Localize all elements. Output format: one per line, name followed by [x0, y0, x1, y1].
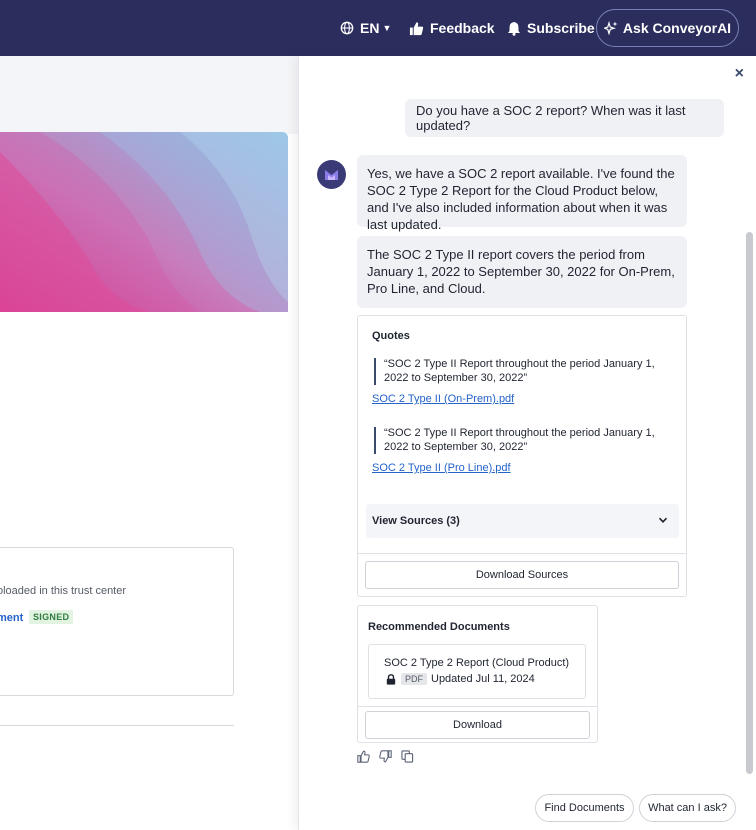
- conveyor-logo-icon: [325, 170, 338, 180]
- thumbs-up-icon: [409, 21, 424, 35]
- ask-conveyorai-button[interactable]: Ask ConveyorAI: [596, 9, 739, 47]
- language-label: EN: [360, 20, 380, 36]
- background-box-text: oloaded in this trust center: [0, 585, 127, 597]
- quotes-title: Quotes: [372, 330, 410, 342]
- background-document-box: oloaded in this trust center ment SIGNED: [0, 547, 234, 696]
- document-item[interactable]: SOC 2 Type 2 Report (Cloud Product) PDF …: [368, 644, 586, 699]
- recommended-documents-card: Recommended Documents SOC 2 Type 2 Repor…: [357, 605, 598, 743]
- thumbs-up-icon[interactable]: [357, 750, 370, 763]
- hero-banner-image: [0, 132, 288, 312]
- scrollbar[interactable]: [746, 232, 753, 774]
- top-nav-bar: EN ▼ Feedback Subscribe Ask ConveyorAI: [0, 0, 756, 56]
- bell-icon: [508, 21, 520, 36]
- background-document-link[interactable]: ment: [0, 612, 23, 624]
- language-selector[interactable]: EN ▼: [340, 0, 391, 56]
- subscribe-label: Subscribe: [527, 20, 595, 36]
- user-message-text: Do you have a SOC 2 report? When was it …: [416, 103, 686, 133]
- recommended-documents-title: Recommended Documents: [368, 621, 510, 633]
- suggestion-find-documents[interactable]: Find Documents: [535, 794, 634, 822]
- view-sources-label: View Sources (3): [372, 515, 460, 527]
- globe-icon: [340, 21, 354, 35]
- sparkle-icon: [603, 21, 618, 35]
- caret-down-icon: ▼: [382, 23, 392, 33]
- view-sources-toggle[interactable]: View Sources (3): [366, 504, 679, 538]
- download-sources-button[interactable]: Download Sources: [365, 561, 679, 589]
- download-label: Download: [453, 719, 502, 731]
- background-header-strip: [0, 56, 298, 134]
- chat-panel: × Do you have a SOC 2 report? When was i…: [298, 56, 756, 830]
- user-message: Do you have a SOC 2 report? When was it …: [405, 99, 724, 137]
- quote-text: “SOC 2 Type II Report throughout the per…: [374, 358, 674, 385]
- subscribe-link[interactable]: Subscribe: [507, 0, 595, 56]
- divider: [358, 553, 686, 554]
- background-divider: [0, 725, 234, 726]
- document-meta: PDF Updated Jul 11, 2024: [386, 673, 535, 685]
- bot-message: Yes, we have a SOC 2 report available. I…: [357, 155, 687, 232]
- thumbs-down-icon[interactable]: [379, 750, 392, 763]
- feedback-label: Feedback: [430, 20, 495, 36]
- message-actions: [357, 750, 423, 763]
- bot-message: The SOC 2 Type II report covers the peri…: [357, 236, 687, 308]
- download-sources-label: Download Sources: [475, 569, 569, 581]
- ask-conveyorai-label: Ask ConveyorAI: [622, 20, 732, 36]
- copy-icon[interactable]: [401, 750, 414, 763]
- bot-message-text: The SOC 2 Type II report covers the peri…: [367, 247, 675, 296]
- quotes-card: Quotes “SOC 2 Type II Report throughout …: [357, 315, 687, 597]
- suggestion-label: Find Documents: [544, 802, 625, 814]
- close-icon[interactable]: ×: [735, 65, 744, 83]
- divider: [358, 706, 597, 707]
- document-updated-date: Updated Jul 11, 2024: [431, 673, 535, 685]
- quote-source-link[interactable]: SOC 2 Type II (Pro Line).pdf: [372, 462, 511, 474]
- bot-message-text: Yes, we have a SOC 2 report available. I…: [367, 166, 675, 232]
- quote-source-link[interactable]: SOC 2 Type II (On-Prem).pdf: [372, 393, 514, 405]
- signed-badge: SIGNED: [29, 610, 74, 624]
- file-type-badge: PDF: [401, 673, 427, 685]
- quote-text: “SOC 2 Type II Report throughout the per…: [374, 427, 674, 454]
- suggestion-what-can-i-ask[interactable]: What can I ask?: [639, 794, 736, 822]
- bot-avatar: [317, 160, 346, 189]
- feedback-link[interactable]: Feedback: [409, 0, 495, 56]
- document-name: SOC 2 Type 2 Report (Cloud Product): [384, 657, 570, 669]
- download-button[interactable]: Download: [365, 711, 590, 739]
- chevron-down-icon: [658, 517, 668, 523]
- background-page: oloaded in this trust center ment SIGNED: [0, 56, 298, 830]
- lock-icon: [386, 673, 396, 685]
- suggestion-label: What can I ask?: [648, 802, 727, 814]
